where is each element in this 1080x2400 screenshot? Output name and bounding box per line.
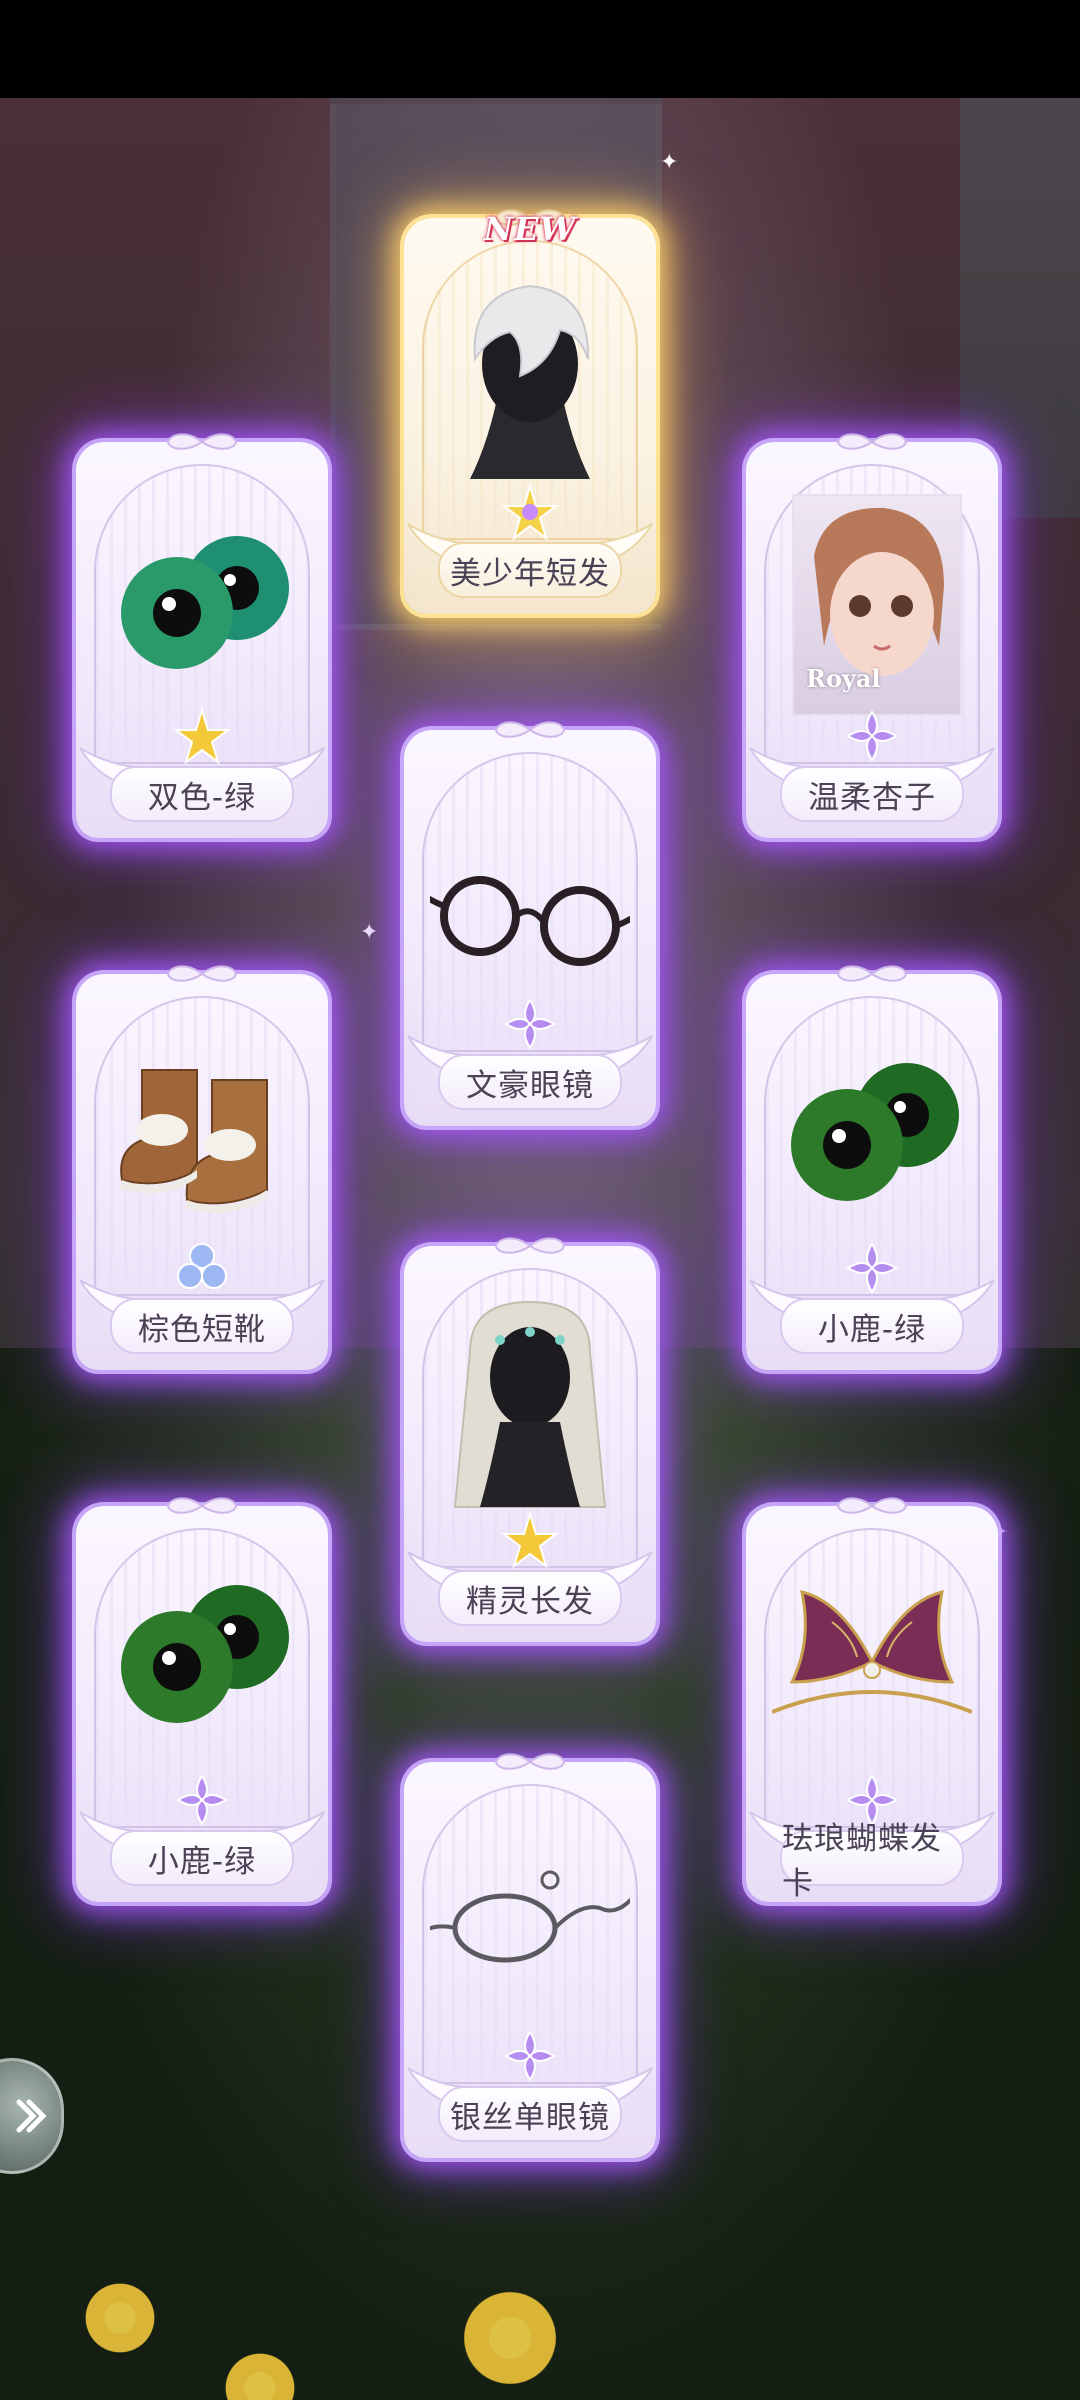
portrait-label: Royal	[806, 664, 881, 693]
bow-icon	[494, 1237, 566, 1254]
brown-boots-icon	[120, 1069, 268, 1214]
bow-icon	[494, 1753, 566, 1770]
item-name: 文豪眼镜	[438, 1054, 622, 1110]
elf-long-hair-icon	[453, 1300, 607, 1508]
item-name: 温柔杏子	[780, 766, 964, 822]
bow-icon	[836, 1497, 908, 1514]
green-eyes-icon	[121, 1585, 289, 1723]
green-eyes-icon	[791, 1063, 959, 1201]
reward-card-short-hair[interactable]: NEW 美少年短发	[404, 209, 656, 614]
bow-icon	[166, 433, 238, 450]
status-bar	[0, 0, 1080, 98]
item-name: 双色-绿	[110, 766, 294, 822]
reward-card-eyes-deer-green[interactable]: 小鹿-绿	[746, 965, 998, 1370]
sparkle-icon: ✦	[360, 920, 379, 945]
reward-card-gentle-apricot[interactable]: Royal 温柔杏子	[746, 433, 998, 838]
background-flower	[60, 2258, 180, 2378]
reward-card-boots[interactable]: 棕色短靴	[76, 965, 328, 1370]
reward-card-eyes-bicolor[interactable]: 双色-绿	[76, 433, 328, 838]
reward-card-glasses[interactable]: 文豪眼镜	[404, 721, 656, 1126]
item-name: 精灵长发	[438, 1570, 622, 1626]
monocle-icon	[430, 1870, 630, 1963]
reward-card-elf-hair[interactable]: 精灵长发	[404, 1237, 656, 1642]
silver-short-hair-icon	[470, 284, 590, 479]
reward-card-eyes-deer-green-2[interactable]: 小鹿-绿	[76, 1497, 328, 1902]
green-eyes-icon	[121, 536, 289, 669]
sparkle-icon: ✦	[660, 150, 679, 175]
item-name: 小鹿-绿	[110, 1830, 294, 1886]
bow-icon	[166, 1497, 238, 1514]
new-badge: NEW	[483, 210, 577, 248]
round-glasses-icon	[430, 876, 630, 966]
double-chevron-icon	[16, 2099, 47, 2133]
reward-card-monocle[interactable]: 银丝单眼镜	[404, 1753, 656, 2158]
item-name: 美少年短发	[438, 542, 622, 598]
reward-card-butterfly-hairpin[interactable]: 珐琅蝴蝶发卡	[746, 1497, 998, 1902]
bow-icon	[836, 433, 908, 450]
bow-icon	[836, 965, 908, 982]
item-name: 棕色短靴	[110, 1298, 294, 1354]
item-name: 小鹿-绿	[780, 1298, 964, 1354]
bow-icon	[166, 965, 238, 982]
portrait-icon: Royal	[792, 494, 962, 716]
butterfly-hairpin-icon	[772, 1589, 972, 1714]
bow-icon	[494, 721, 566, 738]
item-name: 珐琅蝴蝶发卡	[780, 1821, 964, 1902]
item-name: 银丝单眼镜	[438, 2086, 622, 2142]
